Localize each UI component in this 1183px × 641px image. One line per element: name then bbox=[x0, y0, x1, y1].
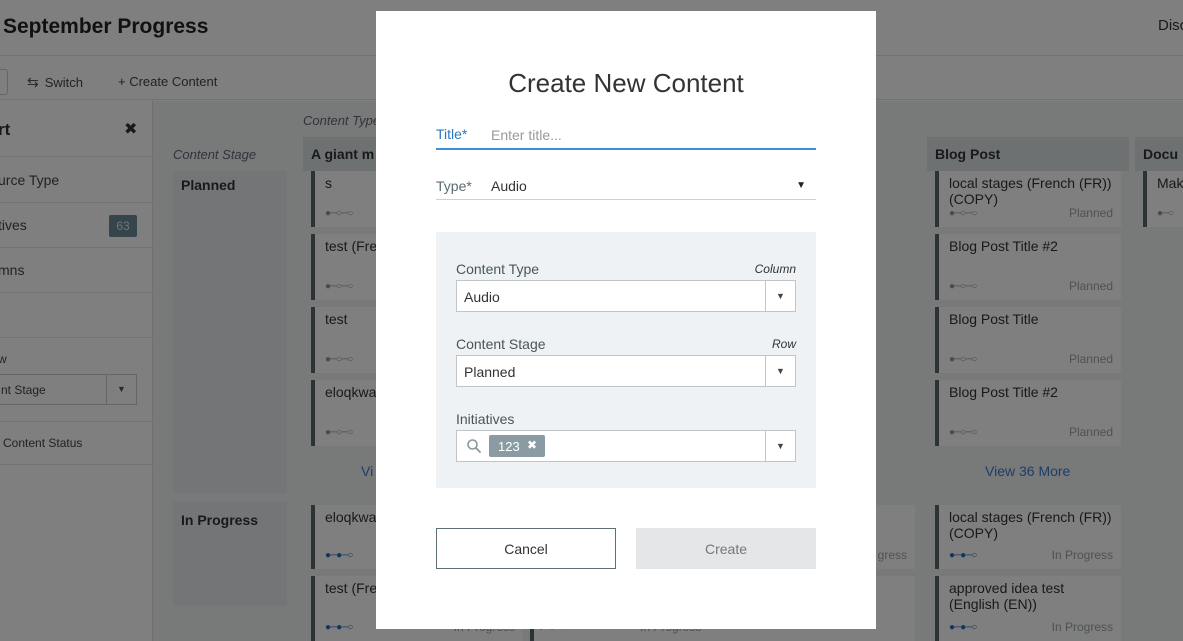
create-button[interactable]: Create bbox=[636, 528, 816, 569]
content-type-label: Content Type bbox=[456, 261, 540, 277]
chevron-down-icon[interactable]: ▼ bbox=[765, 431, 795, 461]
content-type-value: Audio bbox=[464, 289, 500, 305]
remove-tag-icon[interactable]: ✖ bbox=[527, 438, 537, 452]
initiative-tag-label: 123 bbox=[498, 439, 520, 454]
content-stage-label: Content Stage bbox=[456, 336, 546, 352]
chevron-down-icon: ▼ bbox=[796, 180, 806, 191]
chevron-down-icon[interactable]: ▼ bbox=[765, 281, 795, 311]
title-input[interactable] bbox=[491, 123, 811, 147]
cancel-button[interactable]: Cancel bbox=[436, 528, 616, 569]
title-field-label: Title* bbox=[436, 126, 468, 142]
content-stage-select[interactable]: Planned ▼ bbox=[456, 355, 796, 387]
search-icon bbox=[467, 439, 481, 453]
placement-panel: Content Type Column Audio ▼ Content Stag… bbox=[436, 232, 816, 488]
content-stage-value: Planned bbox=[464, 364, 516, 380]
type-field-label: Type* bbox=[436, 178, 472, 194]
dialog-title: Create New Content bbox=[508, 68, 744, 98]
content-stage-hint: Row bbox=[771, 337, 796, 351]
create-content-dialog: Create New Content Title* Type* Audio ▼ … bbox=[376, 11, 876, 629]
chevron-down-icon[interactable]: ▼ bbox=[765, 356, 795, 386]
type-select[interactable]: Type* Audio ▼ bbox=[436, 175, 816, 200]
title-field: Title* bbox=[436, 123, 816, 150]
initiatives-multiselect[interactable]: 123 ✖ ▼ bbox=[456, 430, 796, 462]
initiatives-label: Initiatives bbox=[456, 411, 515, 427]
type-select-value: Audio bbox=[491, 178, 527, 194]
initiative-tag: 123 ✖ bbox=[489, 435, 545, 457]
content-type-hint: Column bbox=[754, 262, 796, 276]
content-type-select[interactable]: Audio ▼ bbox=[456, 280, 796, 312]
